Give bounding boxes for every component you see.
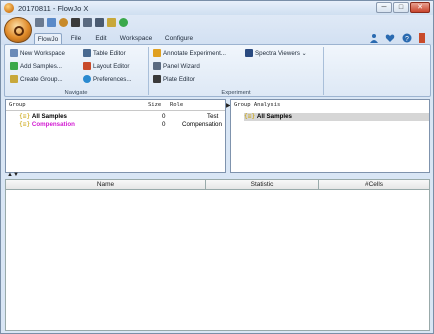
group-name: All Samples <box>256 113 292 120</box>
app-window: 20170811 - FlowJo X ─ □ ✕ FlowJo File Ed… <box>0 0 434 334</box>
chevron-down-icon: ⌄ <box>299 50 307 57</box>
bookmark-icon[interactable] <box>417 33 427 43</box>
plate-editor-label: Plate Editor <box>163 76 195 83</box>
group-name: Compensation <box>31 121 75 128</box>
panel-wizard-label: Panel Wizard <box>163 63 200 70</box>
gate-icon[interactable] <box>71 18 80 27</box>
plate-editor-button[interactable]: Plate Editor <box>153 74 195 85</box>
title-bar: 20170811 - FlowJo X ─ □ ✕ <box>1 1 433 15</box>
experiment-group-label: Experiment <box>221 90 251 96</box>
create-group-label: Create Group... <box>20 76 63 83</box>
plate-editor-icon <box>153 75 161 84</box>
spectra-icon <box>245 49 253 58</box>
close-button[interactable]: ✕ <box>410 2 430 13</box>
group-size: 0 <box>162 113 166 120</box>
annotate-icon <box>153 49 161 58</box>
spectra-viewers-label: Spectra Viewers <box>255 50 300 57</box>
table-editor-label: Table Editor <box>93 50 126 57</box>
table-icon[interactable] <box>95 18 104 27</box>
panel-wizard-icon <box>153 62 161 71</box>
group-column-header: Group <box>9 102 26 108</box>
ribbon-panel: New Workspace Add Samples... Create Grou… <box>4 44 431 97</box>
table-editor-button[interactable]: Table Editor <box>83 48 126 59</box>
analysis-row-all-samples[interactable]: {≡} All Samples <box>244 113 429 121</box>
group-icon: {≡} <box>19 121 31 128</box>
annotate-experiment-button[interactable]: Annotate Experiment... <box>153 48 226 59</box>
create-group-icon <box>10 75 18 84</box>
group-analysis-header: Group Analysis <box>234 102 281 108</box>
create-group-button[interactable]: Create Group... <box>10 74 63 85</box>
spectra-viewers-dropdown[interactable]: Spectra Viewers ⌄ <box>245 48 307 59</box>
add-samples-button[interactable]: Add Samples... <box>10 61 62 72</box>
chart-icon[interactable] <box>107 18 116 27</box>
flowjo-orb-icon <box>14 26 24 36</box>
add-samples-icon <box>10 62 18 71</box>
group-analysis-panel: Group Analysis {≡} All Samples <box>230 99 430 173</box>
open-file-icon[interactable] <box>35 18 44 27</box>
preferences-label: Preferences... <box>93 76 132 83</box>
new-workspace-icon <box>10 49 18 58</box>
name-column-header[interactable]: Name <box>6 179 205 190</box>
svg-text:?: ? <box>405 36 409 43</box>
application-menu-button[interactable] <box>4 17 32 43</box>
maximize-button[interactable]: □ <box>393 2 409 13</box>
group-role: Test <box>207 113 219 120</box>
window-title: 20170811 - FlowJo X <box>18 4 89 13</box>
header-divider <box>6 110 225 111</box>
role-column-header: Role <box>170 102 184 108</box>
group-icon: {≡} <box>19 113 31 120</box>
size-column-header: Size <box>148 102 162 108</box>
users-icon[interactable] <box>369 33 379 43</box>
groups-panel: Group Size Role {≡} All Samples 0 Test {… <box>5 99 226 173</box>
gear-icon[interactable] <box>59 18 68 27</box>
save-icon[interactable] <box>47 18 56 27</box>
statistic-column-header[interactable]: Statistic <box>205 179 318 190</box>
new-workspace-label: New Workspace <box>20 50 65 57</box>
refresh-icon[interactable] <box>119 18 128 27</box>
navigate-group-label: Navigate <box>64 90 88 96</box>
help-icon[interactable]: ? <box>402 33 412 43</box>
collapse-arrows-icon[interactable]: ▲▼ <box>7 172 19 178</box>
preferences-button[interactable]: Preferences... <box>83 74 132 85</box>
group-row-all-samples[interactable]: {≡} All Samples <box>19 113 224 121</box>
add-samples-label: Add Samples... <box>20 63 62 70</box>
cells-column-header[interactable]: #Cells <box>318 179 429 190</box>
flowjo-logo-icon <box>4 3 14 13</box>
layout-editor-label: Layout Editor <box>93 63 130 70</box>
group-role: Compensation <box>182 121 222 128</box>
layout-editor-icon <box>83 62 91 71</box>
new-workspace-button[interactable]: New Workspace <box>10 48 65 59</box>
annotate-experiment-label: Annotate Experiment... <box>163 50 226 57</box>
table-editor-icon <box>83 49 91 58</box>
group-icon: {≡} <box>244 113 256 120</box>
sample-table <box>5 179 430 331</box>
minimize-button[interactable]: ─ <box>376 2 392 13</box>
group-size: 0 <box>162 121 166 128</box>
ribbon-divider <box>323 47 324 95</box>
heart-icon[interactable] <box>385 33 395 43</box>
group-name: All Samples <box>31 113 67 120</box>
layout-icon[interactable] <box>83 18 92 27</box>
panel-wizard-button[interactable]: Panel Wizard <box>153 61 200 72</box>
preferences-icon <box>83 75 91 84</box>
ribbon-divider <box>148 47 149 95</box>
layout-editor-button[interactable]: Layout Editor <box>83 61 129 72</box>
